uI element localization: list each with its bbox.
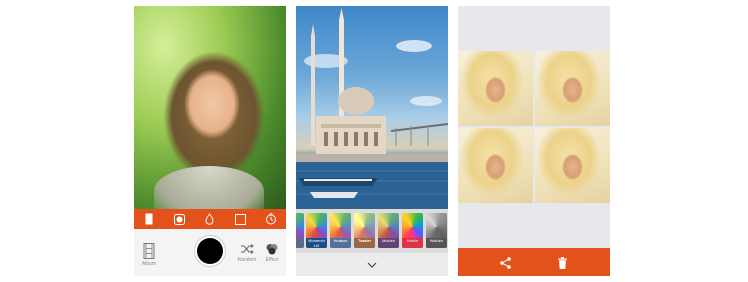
filter-screen: Momento Lili Hudson Toaster Mulden Kelvi… bbox=[296, 6, 448, 276]
filter-label: Toaster bbox=[354, 238, 375, 248]
shutter-button[interactable] bbox=[194, 235, 226, 267]
effect-label: Effect bbox=[265, 257, 279, 263]
filter-thumb[interactable]: Mulden bbox=[378, 213, 399, 248]
filter-thumb[interactable]: Momento Lili bbox=[306, 213, 327, 248]
camera-screen: Album Random Effect bbox=[134, 6, 286, 276]
collage-screen bbox=[458, 6, 610, 276]
camera-viewfinder[interactable] bbox=[134, 6, 286, 216]
collage-cell[interactable] bbox=[535, 51, 610, 126]
filter-thumb[interactable]: Walden bbox=[426, 213, 447, 248]
share-icon bbox=[500, 257, 511, 269]
trash-icon bbox=[558, 257, 567, 269]
filter-label: Mulden bbox=[378, 238, 399, 248]
effect-button[interactable]: Effect bbox=[261, 243, 283, 263]
delete-button[interactable] bbox=[558, 256, 567, 274]
filter-label: Momento Lili bbox=[306, 238, 327, 248]
share-button[interactable] bbox=[500, 256, 511, 274]
collage-cell[interactable] bbox=[458, 128, 533, 203]
filter-label bbox=[296, 238, 304, 248]
filter-thumb[interactable]: Toaster bbox=[354, 213, 375, 248]
mosque-photo-illustration bbox=[296, 8, 448, 209]
frame-filter-bar bbox=[134, 209, 286, 229]
camera-toolbar: Album Random Effect bbox=[134, 229, 286, 276]
shuffle-icon bbox=[241, 244, 254, 254]
square-outline-icon[interactable] bbox=[234, 213, 246, 225]
filmstrip-icon bbox=[143, 243, 155, 259]
album-button[interactable]: Album bbox=[138, 243, 160, 267]
effect-circles-icon bbox=[266, 244, 278, 255]
collage-action-bar bbox=[458, 248, 610, 276]
random-button[interactable]: Random bbox=[236, 243, 258, 263]
random-label: Random bbox=[237, 257, 257, 263]
collage-cell[interactable] bbox=[458, 51, 533, 126]
drop-icon[interactable] bbox=[204, 213, 216, 225]
collage-cell[interactable] bbox=[535, 128, 610, 203]
filter-strip: Momento Lili Hudson Toaster Mulden Kelvi… bbox=[296, 209, 448, 253]
filter-label: Hudson bbox=[330, 238, 351, 248]
collapse-bar[interactable] bbox=[296, 253, 448, 276]
filter-label: Walden bbox=[426, 238, 447, 248]
circle-frame-icon[interactable] bbox=[174, 213, 186, 225]
rect-frame-icon[interactable] bbox=[143, 213, 155, 225]
filter-thumb[interactable]: Hudson bbox=[330, 213, 351, 248]
timer-icon[interactable] bbox=[265, 213, 277, 225]
filter-label: Kelvin bbox=[402, 238, 423, 248]
shutter-core bbox=[197, 238, 223, 264]
filter-thumb[interactable] bbox=[296, 213, 304, 248]
photo-collage bbox=[458, 51, 610, 203]
album-label: Album bbox=[141, 261, 157, 267]
edited-photo bbox=[296, 6, 448, 209]
filter-thumb[interactable]: Kelvin bbox=[402, 213, 423, 248]
chevron-down-icon bbox=[367, 262, 377, 268]
